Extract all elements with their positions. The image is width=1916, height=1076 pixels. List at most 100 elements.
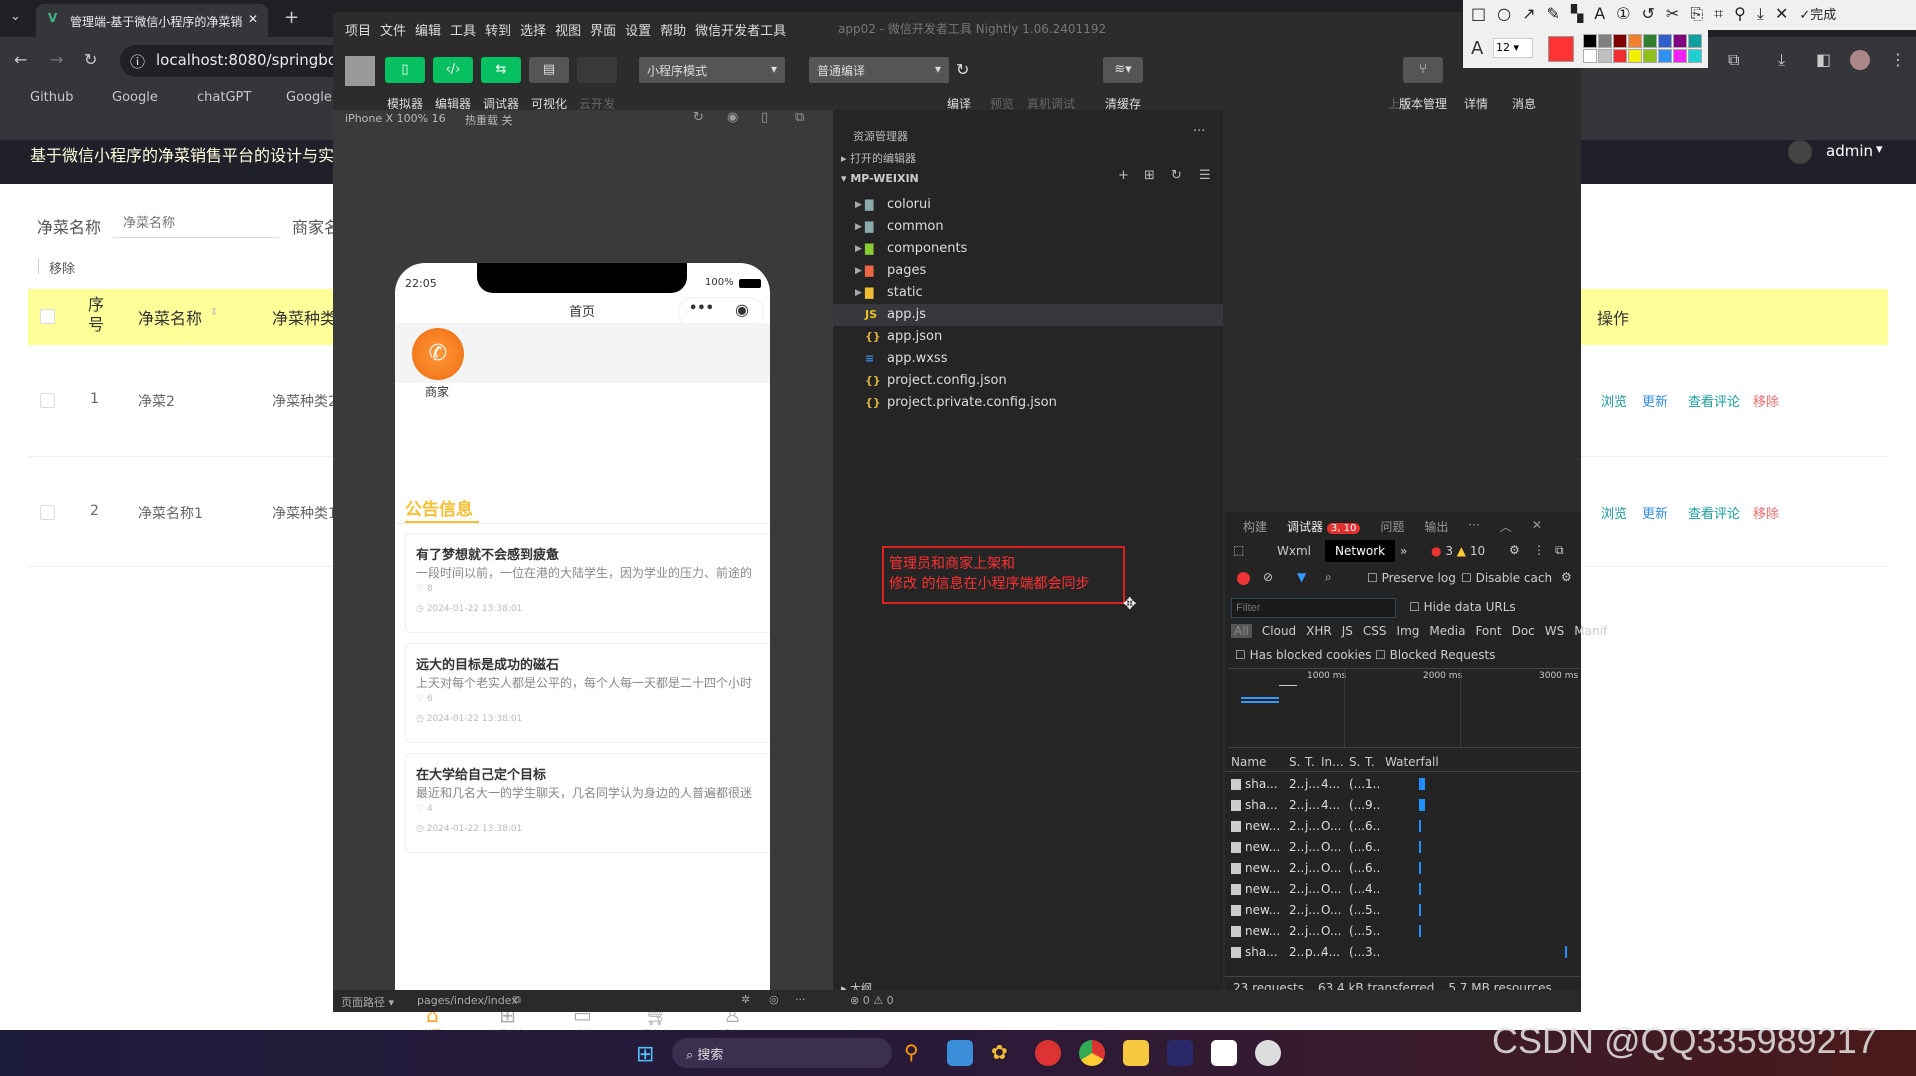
debugger-button[interactable]: ⇆ — [481, 57, 521, 83]
more-tabs-icon[interactable]: » — [1400, 544, 1407, 558]
type-filter-img[interactable]: Img — [1397, 624, 1420, 638]
remove-button[interactable]: 移除 — [49, 258, 75, 277]
forward-icon[interactable]: → — [50, 50, 63, 69]
type-filter-css[interactable]: CSS — [1363, 624, 1387, 638]
extensions-icon[interactable]: ⧉ — [1728, 50, 1739, 70]
comments-link[interactable]: 查看评论 — [1688, 503, 1740, 522]
color-swatch[interactable] — [1613, 34, 1627, 48]
more-icon[interactable]: ··· — [795, 993, 806, 1006]
ocr-icon[interactable]: ⌗ — [1714, 4, 1723, 24]
remove-link[interactable]: 移除 — [1753, 391, 1779, 410]
notice-card[interactable]: 远大的目标是成功的磁石 上天对每个老实人都是公平的，每个人每一天都是二十四个小时… — [405, 643, 770, 743]
blocked-cookies-checkbox[interactable]: ☐ Has blocked cookies — [1235, 648, 1371, 662]
filter-input[interactable] — [1231, 598, 1396, 618]
close-miniprogram-icon[interactable]: ◉ — [735, 300, 749, 319]
simulator-button[interactable]: ▯ — [385, 57, 425, 83]
refresh-icon[interactable]: ↻ — [1171, 168, 1182, 183]
settings-icon[interactable]: ⚙ — [1509, 543, 1520, 557]
search-icon[interactable]: ⌕ — [1325, 570, 1332, 585]
dock-icon[interactable]: ⧉ — [1555, 543, 1564, 558]
undo-icon[interactable]: ↺ — [1642, 4, 1655, 24]
messages-label[interactable]: 消息 — [1496, 95, 1552, 112]
chevron-down-icon[interactable]: ▾ — [1876, 142, 1883, 157]
filter-icon[interactable]: ▼ — [1297, 570, 1306, 584]
collapse-icon[interactable]: ☰ — [1199, 168, 1211, 183]
current-color-swatch[interactable] — [1548, 36, 1574, 62]
visual-button[interactable]: ▤ — [529, 57, 569, 83]
done-button[interactable]: ✓完成 — [1799, 4, 1836, 24]
clear-cache-button[interactable]: ≋▾ — [1103, 57, 1143, 83]
close-tab-icon[interactable]: ✕ — [248, 12, 258, 26]
text-icon[interactable]: A — [1594, 4, 1605, 24]
col-name[interactable]: Name — [1231, 755, 1266, 769]
merchant-icon[interactable]: ✆ — [412, 328, 464, 380]
update-link[interactable]: 更新 — [1642, 391, 1668, 410]
address-bar[interactable]: ⓘ localhost:8080/springboota — [120, 45, 360, 77]
color-swatch[interactable] — [1643, 34, 1657, 48]
tab-debugger[interactable]: 调试器 3, 10 — [1287, 518, 1361, 536]
page-path-select[interactable]: 页面路径 ▾ — [341, 994, 394, 1010]
file-explorer-icon[interactable] — [1123, 1040, 1149, 1066]
tab-list-icon[interactable]: ⌄ — [10, 9, 21, 24]
menu-view[interactable]: 视图 — [555, 20, 581, 39]
request-row[interactable]: new... 2.. j... O... (... 6.. — [1225, 816, 1581, 837]
profile-avatar[interactable] — [1850, 50, 1870, 70]
cloud-button[interactable] — [577, 57, 617, 83]
bug-icon[interactable]: ✲ — [741, 993, 750, 1006]
new-tab-icon[interactable]: + — [284, 7, 299, 28]
col-initiator[interactable]: In... — [1321, 755, 1344, 769]
search-app-icon[interactable]: ⚲ — [904, 1040, 930, 1066]
more-icon[interactable]: ··· — [1193, 124, 1205, 139]
color-swatch[interactable] — [1688, 49, 1702, 63]
close-icon[interactable]: ✕ — [1532, 518, 1542, 536]
version-button[interactable]: ⑂ — [1403, 57, 1443, 83]
app-icon[interactable] — [1035, 1040, 1061, 1066]
chevron-up-icon[interactable]: ︿ — [1500, 518, 1512, 536]
mosaic-icon[interactable]: ▚ — [1571, 4, 1583, 24]
bookmark-github[interactable]: Github — [30, 90, 74, 105]
browser-tab[interactable]: V 管理端-基于微信小程序的净菜销 ✕ — [36, 4, 268, 37]
record-icon[interactable] — [1237, 572, 1250, 585]
request-row[interactable]: new... 2.. j... O... (... 5.. — [1225, 921, 1581, 942]
type-filter-manif[interactable]: Manif — [1574, 624, 1607, 638]
request-row[interactable]: sha... 2.. j... 4... (... 1.. — [1225, 774, 1581, 795]
pin-icon[interactable]: ⚲ — [1734, 4, 1746, 24]
col-status[interactable]: S. — [1289, 755, 1300, 769]
editor-button[interactable]: ‹/› — [433, 57, 473, 83]
eye-icon[interactable]: ◎ — [769, 993, 779, 1006]
col-size[interactable]: S. — [1349, 755, 1360, 769]
bookmark-google-2[interactable]: Google — [286, 90, 332, 105]
stop-icon[interactable]: ◉ — [727, 110, 738, 125]
file-tree-item[interactable]: ▶ ▇ pages — [833, 260, 1223, 282]
disable-cache-checkbox[interactable]: ☐ Disable cach — [1461, 571, 1552, 585]
hot-reload-toggle[interactable]: 热重载 关 — [465, 112, 513, 128]
file-tree-item[interactable]: ▶ ▇ static — [833, 282, 1223, 304]
cut-icon[interactable]: ✂ — [1666, 4, 1679, 24]
color-swatch[interactable] — [1628, 49, 1642, 63]
menu-select[interactable]: 选择 — [520, 20, 546, 39]
preserve-log-checkbox[interactable]: ☐ Preserve log — [1367, 571, 1456, 585]
search-input[interactable] — [113, 208, 279, 238]
comments-link[interactable]: 查看评论 — [1688, 391, 1740, 410]
view-link[interactable]: 浏览 — [1601, 503, 1627, 522]
sidebar-icon[interactable]: ◧ — [1816, 50, 1831, 69]
color-swatch[interactable] — [1688, 34, 1702, 48]
reload-icon[interactable]: ↻ — [693, 110, 704, 125]
menu-goto[interactable]: 转到 — [485, 20, 511, 39]
color-swatch[interactable] — [1613, 49, 1627, 63]
col-time[interactable]: T. — [1365, 755, 1375, 769]
request-row[interactable]: new... 2.. j... O... (... 4.. — [1225, 879, 1581, 900]
circle-icon[interactable]: ○ — [1497, 4, 1511, 24]
menu-edit[interactable]: 编辑 — [415, 20, 441, 39]
compile-icon[interactable]: ↻ — [956, 60, 969, 79]
arrow-icon[interactable]: ↗ — [1522, 4, 1535, 24]
color-swatch[interactable] — [1658, 34, 1672, 48]
type-filter-font[interactable]: Font — [1475, 624, 1501, 638]
menu-tools[interactable]: 工具 — [450, 20, 476, 39]
color-swatch[interactable] — [1583, 34, 1597, 48]
detach-icon[interactable]: ⧉ — [795, 110, 804, 125]
file-tree-item[interactable]: JS app.js — [833, 304, 1223, 326]
type-filter-media[interactable]: Media — [1429, 624, 1465, 638]
type-filter-all[interactable]: All — [1231, 624, 1252, 638]
mode-select[interactable]: 小程序模式 ▾ — [639, 57, 785, 83]
